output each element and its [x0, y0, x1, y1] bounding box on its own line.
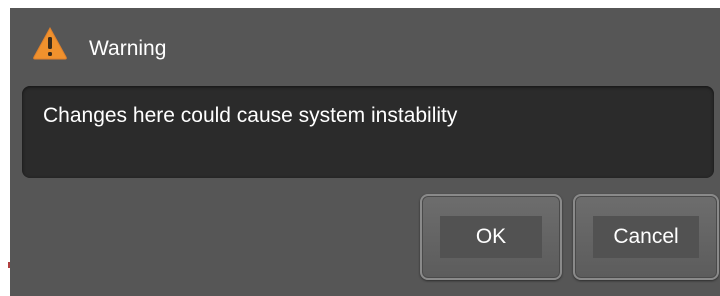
cancel-button-label: Cancel [593, 216, 699, 258]
warning-dialog: Warning Changes here could cause system … [10, 8, 720, 296]
dialog-title-bar: Warning [10, 8, 720, 86]
warning-triangle-icon [32, 26, 68, 60]
cancel-button[interactable]: Cancel [573, 194, 719, 280]
edge-artifact [8, 262, 10, 268]
ok-button[interactable]: OK [420, 194, 562, 280]
warning-message: Changes here could cause system instabil… [43, 104, 458, 127]
message-panel: Changes here could cause system instabil… [22, 86, 714, 178]
dialog-title: Warning [89, 37, 167, 60]
ok-button-label: OK [440, 216, 542, 258]
